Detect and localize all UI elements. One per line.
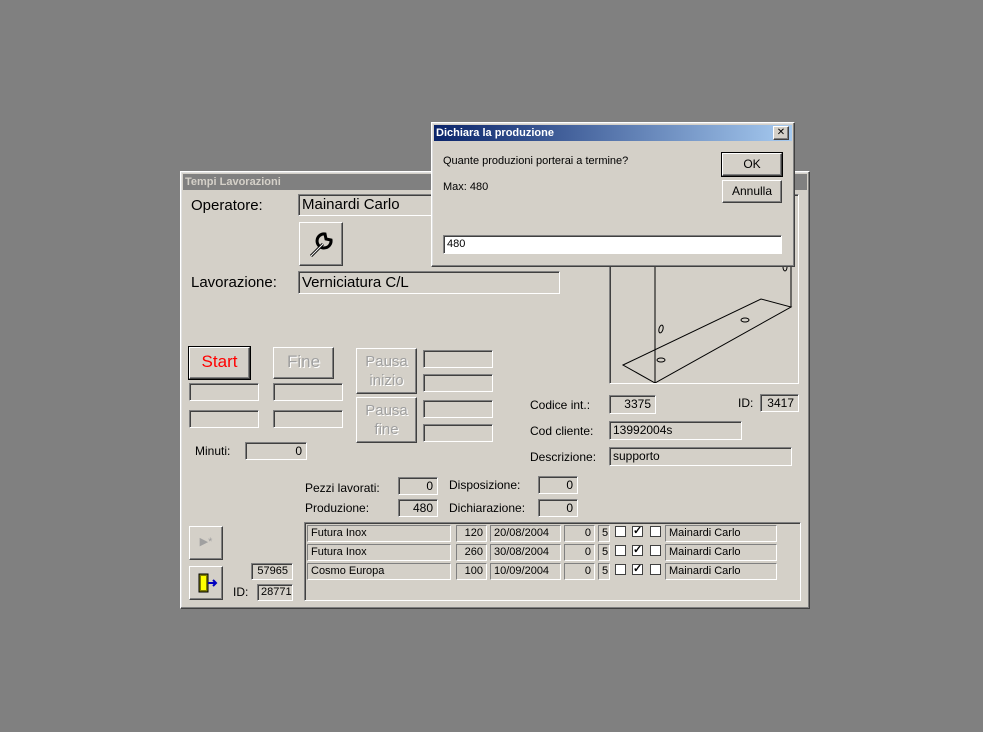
row-checkbox-c3[interactable]	[650, 526, 661, 537]
pausa-fine-label: Pausa fine	[365, 402, 408, 438]
pausa-inizio-label: Pausa inizio	[365, 353, 408, 389]
table-row[interactable]: Cosmo Europa 100 10/09/2004 0 5 ✓ Mainardi Car…	[305, 563, 800, 581]
dialog-question: Quante produzioni porterai a termine?	[443, 155, 629, 167]
row-cell-operatore[interactable]: Mainardi Carlo	[665, 525, 777, 542]
production-list: Futura Inox 120 20/08/2004 0 5 ✓ Mainardi Carl…	[304, 522, 801, 601]
row-checkbox-c3[interactable]	[650, 545, 661, 556]
row-checkbox-c2[interactable]: ✓	[632, 545, 643, 556]
descrizione-field[interactable]: supporto	[609, 447, 792, 466]
close-icon: ✕	[776, 127, 786, 138]
row-cell-date[interactable]: 20/08/2004	[490, 525, 561, 542]
codice-int-label: Codice int.:	[530, 398, 591, 412]
cancel-label: Annulla	[731, 184, 773, 198]
descrizione-label: Descrizione:	[530, 450, 597, 464]
produzione-label: Produzione:	[305, 501, 370, 515]
row-cell-cliente[interactable]: Futura Inox	[307, 544, 451, 561]
exit-button[interactable]	[189, 566, 223, 600]
pausa-fine-button[interactable]: Pausa fine	[356, 397, 417, 443]
id-field: 3417	[760, 394, 799, 412]
operatore-field[interactable]: Mainardi Carlo	[298, 194, 438, 216]
pausa-fine-date-field[interactable]	[423, 424, 493, 442]
cancel-button[interactable]: Annulla	[722, 180, 782, 203]
fine-time-field[interactable]	[273, 383, 343, 401]
row-cell-a[interactable]: 0	[564, 544, 595, 561]
pausa-inizio-button[interactable]: Pausa inizio	[356, 348, 417, 394]
fine-date-field[interactable]	[273, 410, 343, 428]
row-cell-qty[interactable]: 120	[456, 525, 487, 542]
pausa-inizio-time-field[interactable]	[423, 350, 493, 368]
disposizione-field[interactable]: 0	[538, 476, 578, 494]
row-cell-cliente[interactable]: Futura Inox	[307, 525, 451, 542]
lavorazione-label: Lavorazione:	[191, 274, 277, 291]
pausa-fine-time-field[interactable]	[423, 400, 493, 418]
row-cell-qty[interactable]: 100	[456, 563, 487, 580]
next-new-record-button[interactable]: ▶*	[189, 526, 223, 560]
lavorazione-field[interactable]: Verniciatura C/L	[298, 271, 560, 294]
codice-int-field[interactable]: 3375	[609, 395, 656, 414]
minuti-field[interactable]: 0	[245, 442, 307, 460]
pezzi-label: Pezzi lavorati:	[305, 481, 380, 495]
start-time-field[interactable]	[189, 383, 259, 401]
row-checkbox-c1[interactable]	[615, 545, 626, 556]
row-checkbox-c1[interactable]	[615, 564, 626, 575]
wrench-icon	[309, 232, 333, 258]
row-cell-a[interactable]: 0	[564, 525, 595, 542]
pausa-inizio-date-field[interactable]	[423, 374, 493, 392]
record-number-field: 57965	[251, 563, 293, 580]
ok-button[interactable]: OK	[721, 152, 783, 177]
start-button[interactable]: Start	[188, 346, 251, 380]
produzione-field[interactable]: 480	[398, 499, 438, 517]
dichiarazione-field[interactable]: 0	[538, 499, 578, 517]
exit-door-icon	[198, 573, 218, 593]
ok-label: OK	[743, 157, 761, 171]
row-cell-operatore[interactable]: Mainardi Carlo	[665, 563, 777, 580]
disposizione-label: Disposizione:	[449, 478, 521, 492]
pezzi-field[interactable]: 0	[398, 477, 438, 495]
row-cell-operatore[interactable]: Mainardi Carlo	[665, 544, 777, 561]
operatore-label: Operatore:	[191, 197, 263, 214]
row-cell-b[interactable]: 5	[598, 563, 610, 580]
start-date-field[interactable]	[189, 410, 259, 428]
row-checkbox-c1[interactable]	[615, 526, 626, 537]
dialog-window: Dichiara la produzione ✕ Quante produzio…	[431, 122, 795, 267]
dialog-max: Max: 480	[443, 181, 489, 193]
next-new-record-icon: ▶*	[199, 536, 213, 548]
minuti-label: Minuti:	[195, 444, 231, 458]
cod-cliente-field[interactable]: 13992004s	[609, 421, 742, 440]
row-cell-b[interactable]: 5	[598, 525, 610, 542]
row-cell-qty[interactable]: 260	[456, 544, 487, 561]
dialog-close-button[interactable]: ✕	[773, 126, 789, 140]
dialog-title: Dichiara la produzione	[434, 125, 792, 141]
row-checkbox-c2[interactable]: ✓	[632, 526, 643, 537]
record-id-label: ID:	[233, 585, 249, 599]
dichiarazione-label: Dichiarazione:	[449, 501, 526, 515]
fine-button[interactable]: Fine	[273, 347, 334, 379]
table-row[interactable]: Futura Inox 260 30/08/2004 0 5 ✓ Mainardi Carl…	[305, 544, 800, 562]
wrench-button[interactable]	[299, 222, 343, 266]
row-cell-a[interactable]: 0	[564, 563, 595, 580]
start-label: Start	[201, 352, 238, 371]
cod-cliente-label: Cod cliente:	[530, 424, 594, 438]
row-checkbox-c2[interactable]: ✓	[632, 564, 643, 575]
row-cell-date[interactable]: 10/09/2004	[490, 563, 561, 580]
fine-label: Fine	[286, 352, 321, 371]
row-cell-b[interactable]: 5	[598, 544, 610, 561]
table-row[interactable]: Futura Inox 120 20/08/2004 0 5 ✓ Mainardi Carl…	[305, 525, 800, 543]
row-cell-cliente[interactable]: Cosmo Europa	[307, 563, 451, 580]
row-checkbox-c3[interactable]	[650, 564, 661, 575]
row-cell-date[interactable]: 30/08/2004	[490, 544, 561, 561]
production-input[interactable]: 480	[443, 235, 782, 254]
id-label: ID:	[738, 396, 754, 410]
record-id-field: 28771	[257, 584, 293, 601]
